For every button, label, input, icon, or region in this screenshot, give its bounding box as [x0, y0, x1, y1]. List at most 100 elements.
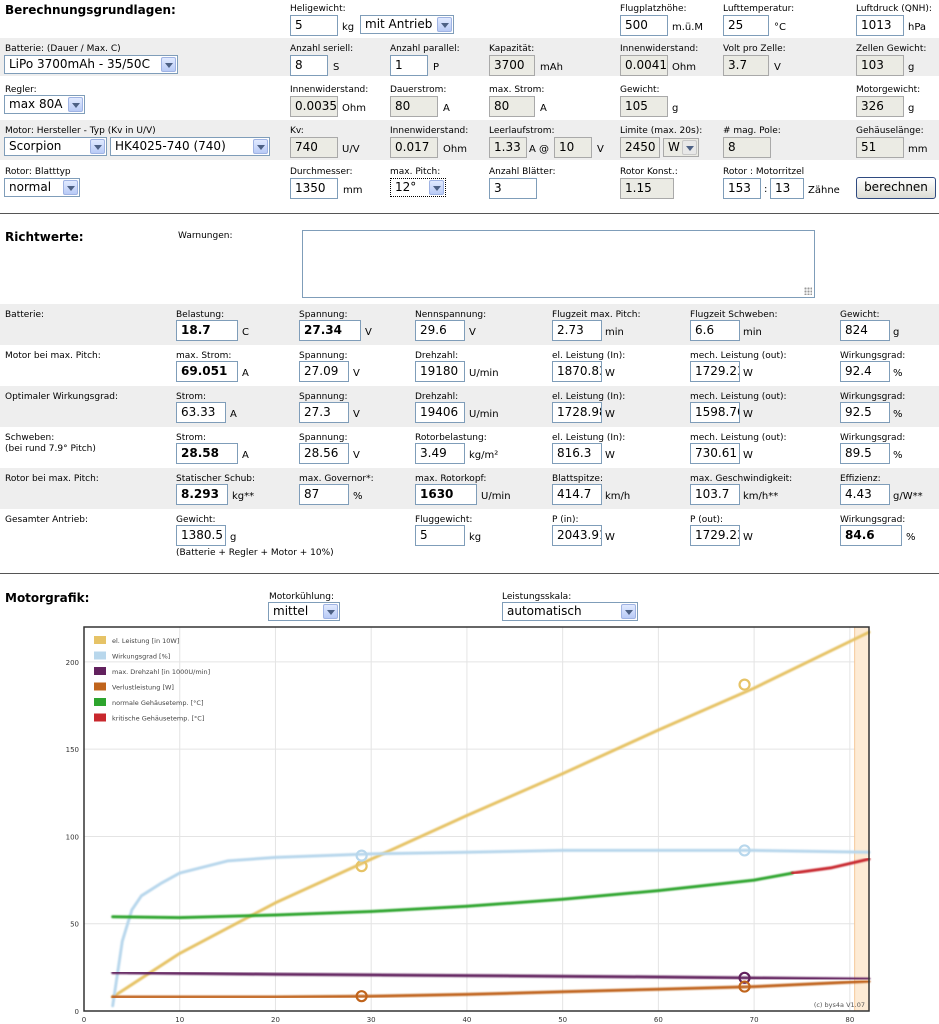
max-strom-field: 80 — [489, 96, 535, 117]
resize-grip-icon[interactable] — [804, 287, 812, 295]
belastung-label: Belastung: — [176, 310, 225, 320]
heligewicht-input[interactable]: 5 — [290, 15, 338, 36]
rw-gesamt-label: Gesamter Antrieb: — [5, 515, 88, 525]
durchmesser-label: Durchmesser: — [290, 167, 353, 177]
lufttemp-input[interactable]: 25 — [723, 15, 769, 36]
opt-drehzahl-field: 19406 — [415, 402, 465, 423]
sw-strom-unit: A — [242, 450, 249, 461]
regler-select[interactable]: max 80A — [4, 95, 85, 114]
innenwiderstand-mot-label: Innenwiderstand: — [390, 126, 469, 136]
kapazitaet-label: Kapazität: — [489, 44, 535, 54]
motorgewicht-unit: g — [908, 103, 915, 114]
ges-wirkungsgrad-field: 84.6 — [840, 525, 902, 546]
schub-label: Statischer Schub: — [176, 474, 256, 484]
innenwiderstand-mot-unit: Ohm — [443, 144, 467, 155]
rw-schweben-sub: (bei rund 7.9° Pitch) — [5, 444, 96, 454]
bat-gewicht-unit: g — [893, 327, 900, 338]
luftdruck-input[interactable]: 1013 — [856, 15, 904, 36]
seriell-input[interactable]: 8 — [290, 55, 328, 76]
divider-1 — [0, 213, 939, 214]
kuehlung-label: Motorkühlung: — [269, 592, 335, 602]
motor-typ-select[interactable]: HK4025-740 (740) — [110, 137, 270, 156]
skala-value: automatisch — [507, 604, 582, 618]
opt-elleistung-unit: W — [605, 409, 615, 420]
mp-elleistung-field: 1870.83 — [552, 361, 602, 382]
batterie-select[interactable]: LiPo 3700mAh - 35/50C — [4, 55, 178, 74]
rotor-label: Rotor: Blatttyp — [5, 167, 71, 177]
mp-drehzahl-unit: U/min — [469, 368, 499, 379]
opt-spannung-field: 27.3 — [299, 402, 349, 423]
sw-mechleistung-label: mech. Leistung (out): — [690, 433, 787, 443]
regler-gewicht-label: Gewicht: — [620, 85, 660, 95]
flugzeit-schweben-label: Flugzeit Schweben: — [690, 310, 778, 320]
motorgewicht-field: 326 — [856, 96, 904, 117]
chevron-down-icon — [437, 17, 452, 32]
y-tick-label: 0 — [75, 1008, 79, 1016]
legend-swatch — [94, 651, 106, 660]
pout-field: 1729.23 — [690, 525, 740, 546]
chevron-down-icon — [63, 180, 78, 195]
gehaeuse-label: Gehäuselänge: — [856, 126, 924, 136]
y-tick-label: 50 — [70, 921, 79, 929]
ges-gewicht-note: (Batterie + Regler + Motor + 10%) — [176, 548, 334, 558]
motor-zaehne-input[interactable]: 13 — [770, 178, 804, 199]
warnungen-textarea[interactable] — [302, 230, 815, 298]
y-tick-label: 200 — [66, 659, 79, 667]
sw-spannung-field: 28.56 — [299, 443, 349, 464]
x-tick-label: 80 — [845, 1016, 854, 1024]
legend-label: max. Drehzahl [in 1000U/min] — [112, 668, 210, 676]
rw-batterie-label: Batterie: — [5, 310, 45, 320]
mp-strom-unit: A — [242, 368, 249, 379]
kv-label: Kv: — [290, 126, 304, 136]
parallel-unit: P — [433, 62, 440, 73]
section-title-grundlagen: Berechnungsgrundlagen: — [5, 3, 176, 17]
luftdruck-unit: hPa — [908, 22, 927, 33]
parallel-label: Anzahl parallel: — [390, 44, 460, 54]
kapazitaet-field: 3700 — [489, 55, 535, 76]
x-tick-label: 0 — [82, 1016, 86, 1024]
berechnen-button[interactable]: berechnen — [856, 177, 936, 199]
pitch-select[interactable]: 12° — [390, 178, 446, 197]
lufttemp-label: Lufttemperatur: — [723, 4, 795, 14]
skala-select[interactable]: automatisch — [502, 602, 638, 621]
limit-band — [854, 626, 870, 1012]
gehaeuse-unit: mm — [908, 144, 928, 155]
fluggewicht-label: Fluggewicht: — [415, 515, 473, 525]
flugzeit-pitch-unit: min — [605, 327, 624, 338]
bat-spannung-field: 27.34 — [299, 320, 361, 341]
geschwindigkeit-field: 103.7 — [690, 484, 740, 505]
sw-strom-field: 28.58 — [176, 443, 238, 464]
flugplatz-input[interactable]: 500 — [620, 15, 668, 36]
heligewicht-mode-select[interactable]: mit Antrieb — [360, 15, 454, 34]
mp-mechleistung-unit: W — [743, 368, 753, 379]
opt-strom-label: Strom: — [176, 392, 207, 402]
motorgewicht-label: Motorgewicht: — [856, 85, 921, 95]
blaetter-input[interactable]: 3 — [489, 178, 537, 199]
luftdruck-label: Luftdruck (QNH): — [856, 4, 932, 14]
motor-hersteller-select[interactable]: Scorpion — [4, 137, 107, 156]
sw-elleistung-unit: W — [605, 450, 615, 461]
durchmesser-input[interactable]: 1350 — [290, 178, 338, 199]
sw-mechleistung-unit: W — [743, 450, 753, 461]
sw-wirkungsgrad-label: Wirkungsgrad: — [840, 433, 906, 443]
warnungen-label: Warnungen: — [178, 231, 233, 241]
opt-elleistung-label: el. Leistung (In): — [552, 392, 626, 402]
opt-mechleistung-label: mech. Leistung (out): — [690, 392, 787, 402]
rotor-zaehne-input[interactable]: 153 — [723, 178, 761, 199]
geschwindigkeit-unit: km/h** — [743, 491, 779, 502]
limite-unit-select[interactable]: W — [663, 138, 699, 157]
kuehlung-select[interactable]: mittel — [268, 602, 340, 621]
legend-label: kritische Gehäusetemp. [°C] — [112, 715, 204, 723]
governor-label: max. Governor*: — [299, 474, 374, 484]
mp-wirkungsgrad-label: Wirkungsgrad: — [840, 351, 906, 361]
pitch-label: max. Pitch: — [390, 167, 441, 177]
pin-label: P (in): — [552, 515, 579, 525]
regler-label: Regler: — [5, 85, 37, 95]
parallel-input[interactable]: 1 — [390, 55, 428, 76]
blatttyp-value: normal — [9, 180, 52, 194]
opt-wirkungsgrad-unit: % — [893, 409, 903, 420]
blatttyp-select[interactable]: normal — [4, 178, 80, 197]
legend-swatch — [94, 682, 106, 691]
zaehne-unit: Zähne — [808, 185, 840, 196]
rw-schweben-label: Schweben: — [5, 433, 55, 443]
